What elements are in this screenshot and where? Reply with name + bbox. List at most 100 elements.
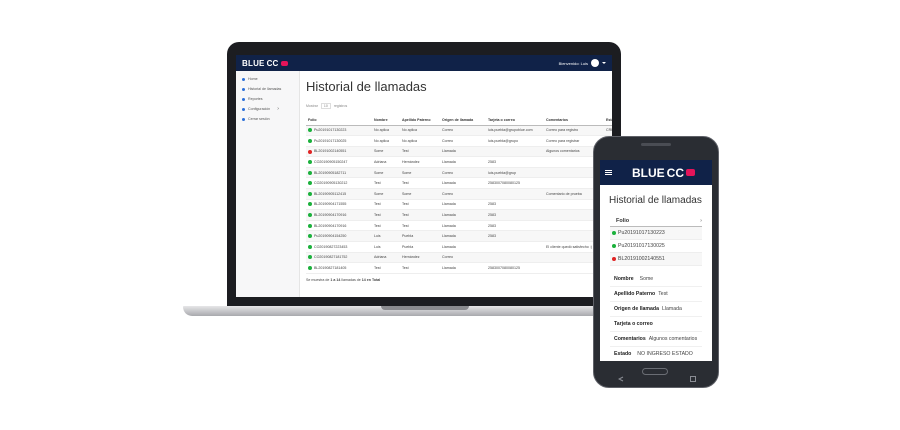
page-size-select[interactable]: 10 bbox=[320, 103, 331, 109]
cell-text: luis.puebla@grupo bbox=[488, 138, 519, 143]
table-cell-origen: Correo bbox=[440, 167, 486, 179]
table-cell-folio: CO20190905130212 bbox=[306, 177, 372, 190]
mobile-logo[interactable]: BLUE CC bbox=[632, 165, 696, 180]
table-row[interactable]: Pu20191017130223 No aplica No aplica Correo… bbox=[306, 125, 612, 137]
mobile-table-header[interactable]: Folio › bbox=[610, 215, 702, 227]
table-row[interactable]: BL20191002140551 Some Test Llamada Algunos c… bbox=[306, 146, 612, 158]
chevron-down-icon bbox=[602, 62, 606, 64]
phone-speaker bbox=[641, 143, 671, 146]
status-ok-icon bbox=[308, 138, 312, 143]
table-cell-apellido: Test bbox=[400, 262, 440, 274]
home-icon bbox=[242, 77, 245, 81]
table-cell-nombre: Adriana bbox=[372, 156, 400, 168]
mobile-navbar: BLUE CC bbox=[600, 160, 712, 185]
user-greeting: Bienvenido: Luis bbox=[558, 60, 588, 66]
folio-text: Pu20191017130025 bbox=[618, 243, 665, 249]
cell-text: No aplica bbox=[402, 128, 417, 133]
table-cell-origen: Correo bbox=[440, 252, 486, 264]
table-row[interactable]: Pu20190904154250 Luis Puebla Llamada 2583 bbox=[306, 230, 612, 243]
table-cell-tarjeta: 2583 bbox=[486, 220, 544, 232]
table-row[interactable]: BL20190904170916 Test Test Llamada 2583 bbox=[306, 220, 612, 232]
device-showcase: BLUE CC Bienvenido: Luis Home Historial … bbox=[0, 0, 900, 430]
table-row[interactable]: CO20190905130212 Test Test Llamada 258300708… bbox=[306, 177, 612, 190]
table-row[interactable]: CO20190827181752 Adriana Hernández Correo bbox=[306, 252, 612, 264]
table-cell-origen: Correo bbox=[440, 135, 486, 147]
cell-text: Llamada bbox=[442, 223, 456, 228]
cell-text: BL20190904170916 bbox=[314, 213, 347, 218]
cell-text: Correo para registro bbox=[546, 128, 579, 133]
back-button-icon[interactable] bbox=[617, 369, 624, 382]
column-header[interactable]: Estado bbox=[604, 115, 612, 126]
cell-text: 2583 bbox=[488, 160, 496, 165]
home-button[interactable] bbox=[642, 368, 668, 375]
cell-text: CO20190905130212 bbox=[314, 181, 348, 186]
status-ok-icon bbox=[612, 231, 616, 235]
sidebar-item-cerrar-sesion[interactable]: Cerrar sesión bbox=[236, 114, 299, 124]
cell-text: 2583 bbox=[488, 223, 496, 228]
column-header[interactable]: Apellido Paterno bbox=[400, 115, 440, 126]
table-cell-estado: CREADO bbox=[604, 125, 612, 137]
filter-label: Mostrar bbox=[306, 104, 318, 108]
cell-text: BL20190905112415 bbox=[314, 191, 347, 196]
list-item[interactable]: Pu20191017130223 bbox=[610, 227, 702, 240]
logo-suffix: CC bbox=[666, 165, 685, 180]
table-cell-folio: BL20190904171555 bbox=[306, 199, 372, 211]
table-cell-tarjeta: 2583007080080125 bbox=[486, 262, 544, 274]
cell-text: No aplica bbox=[402, 138, 417, 143]
footer-prefix: Se muestra de bbox=[306, 277, 330, 282]
sidebar-item-home[interactable]: Home bbox=[236, 74, 299, 84]
cell-text: luis.puebla@grup bbox=[488, 170, 517, 175]
table-row[interactable]: CO20190827223453 Luis Puebla Llamada El clie… bbox=[306, 241, 612, 253]
detail-nombre: Nombre Some bbox=[610, 272, 702, 287]
cell-text: Test bbox=[402, 202, 409, 207]
cell-text: Correo bbox=[442, 191, 453, 196]
logo-suffix: CC bbox=[266, 58, 279, 68]
cell-text: CO20190827181752 bbox=[314, 255, 348, 260]
recent-apps-icon[interactable] bbox=[690, 369, 696, 382]
list-item[interactable]: Pu20191017130025 bbox=[610, 240, 702, 253]
detail-label: Nombre bbox=[614, 276, 634, 282]
user-menu[interactable]: Bienvenido: Luis bbox=[559, 59, 606, 67]
column-header[interactable]: Comentarios bbox=[544, 115, 604, 126]
status-ok-icon bbox=[308, 191, 312, 196]
cell-text: Llamada bbox=[442, 213, 456, 218]
column-header[interactable]: Nombre bbox=[372, 115, 400, 126]
table-row[interactable]: CO20190905150247 Adriana Hernández Llamada 2… bbox=[306, 156, 612, 168]
column-header[interactable]: Tarjeta o correo bbox=[486, 115, 544, 126]
table-cell-origen: Correo bbox=[440, 188, 486, 200]
status-ok-icon bbox=[308, 128, 312, 133]
column-header[interactable]: Origen de llamada bbox=[440, 115, 486, 126]
table-row[interactable]: BL20190827181405 Test Test Llamada 258300708… bbox=[306, 262, 612, 274]
cell-text: Test bbox=[402, 266, 409, 271]
column-header[interactable]: Folio bbox=[306, 115, 372, 126]
cell-text: 2583 bbox=[488, 234, 496, 239]
cell-text: Llamada bbox=[442, 202, 456, 207]
sidebar-item-configuracion[interactable]: Configuración › bbox=[236, 104, 299, 114]
cell-text: Adriana bbox=[374, 255, 387, 260]
desktop-main: Historial de llamadas Mostrar 10 registr… bbox=[306, 71, 612, 297]
table-row[interactable]: BL20190905112415 Some Some Correo Comentario… bbox=[306, 188, 612, 200]
calls-table: Folio Nombre Apellido Paterno Origen de … bbox=[306, 115, 612, 274]
sidebar-item-label: Cerrar sesión bbox=[248, 117, 270, 121]
table-row[interactable]: BL20190904171555 Test Test Llamada 2583 bbox=[306, 199, 612, 211]
cell-text: Some bbox=[374, 149, 384, 154]
list-item[interactable]: BL20191002140551 bbox=[610, 253, 702, 266]
hamburger-menu-icon[interactable] bbox=[605, 170, 612, 175]
table-row[interactable]: BL20190904170916 Test Test Llamada 2583 bbox=[306, 209, 612, 221]
table-cell-apellido: Some bbox=[400, 188, 440, 200]
table-cell-folio: BL20190905112415 bbox=[306, 188, 372, 200]
sidebar-item-historial[interactable]: Historial de llamadas bbox=[236, 84, 299, 94]
table-cell-nombre: No aplica bbox=[372, 125, 400, 137]
detail-label: Tarjeta o correo bbox=[614, 321, 653, 327]
cell-text: El cliente quedó satisfecho :) bbox=[546, 244, 592, 249]
cell-text: Comentario de prueba bbox=[546, 191, 582, 196]
cell-text: Hernández bbox=[402, 160, 420, 165]
cell-text: Llamada bbox=[442, 181, 456, 186]
table-row[interactable]: Pu20191017130025 No aplica No aplica Correo… bbox=[306, 135, 612, 147]
cell-text: Pu20191017130025 bbox=[314, 138, 347, 143]
desktop-logo[interactable]: BLUE CC bbox=[242, 59, 288, 68]
cell-text: Puebla bbox=[402, 234, 414, 239]
sidebar-item-reportes[interactable]: Reportes bbox=[236, 94, 299, 104]
cell-text: Correo para registrar bbox=[546, 138, 580, 143]
table-row[interactable]: BL20190905182711 Some Some Correo luis.puebl… bbox=[306, 167, 612, 179]
